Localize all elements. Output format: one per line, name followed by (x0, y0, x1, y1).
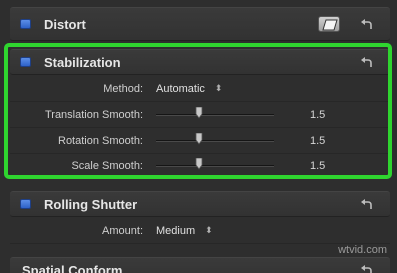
rolling-shutter-reset-icon[interactable] (360, 197, 374, 211)
distort-reset-icon[interactable] (360, 17, 374, 31)
amount-row: Amount: Medium ⬍ (10, 218, 390, 244)
spatial-conform-header[interactable]: Spatial Conform (10, 257, 390, 273)
distort-shape-button[interactable] (318, 16, 340, 32)
stabilization-highlight-frame (4, 43, 392, 179)
inspector-panel: Distort Stabilization Method: Automatic … (0, 0, 397, 273)
parallelogram-icon (322, 19, 338, 31)
popup-arrows-icon: ⬍ (205, 225, 213, 235)
spatial-conform-reset-icon[interactable] (360, 263, 374, 273)
amount-value: Medium (156, 224, 196, 237)
rolling-shutter-header[interactable]: Rolling Shutter (10, 191, 390, 217)
amount-popup[interactable]: Medium ⬍ (156, 218, 213, 243)
rolling-shutter-enable-checkbox[interactable] (20, 199, 31, 209)
distort-header[interactable]: Distort (10, 7, 390, 41)
watermark-text: wtvid.com (338, 244, 387, 256)
distort-enable-checkbox[interactable] (20, 19, 31, 29)
spatial-conform-title: Spatial Conform (22, 262, 123, 273)
amount-label: Amount: (102, 224, 143, 237)
rolling-shutter-title: Rolling Shutter (44, 196, 138, 212)
distort-title: Distort (44, 16, 86, 32)
